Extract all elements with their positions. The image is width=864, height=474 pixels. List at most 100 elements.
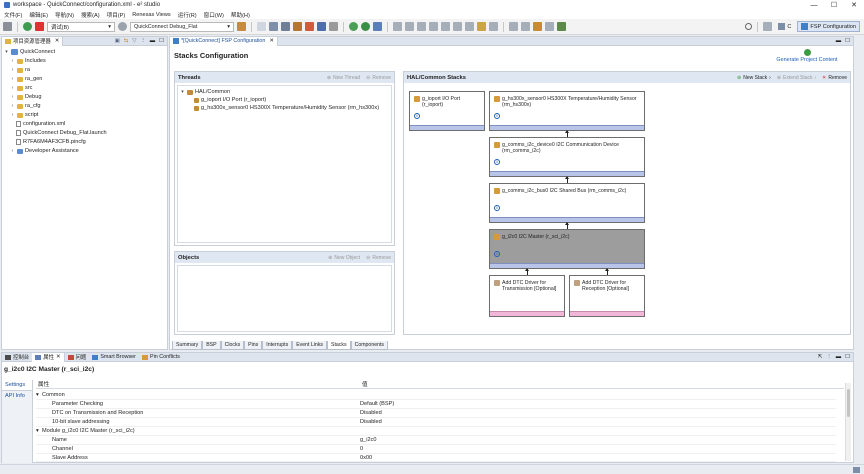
property-row[interactable]: Channel 0 (36, 445, 836, 454)
chevron-right-icon[interactable]: › (10, 112, 15, 118)
chevron-right-icon[interactable]: › (10, 85, 15, 91)
stack-component-hs300x[interactable]: g_hs300x_sensor0 HS300X Temperature/Humi… (489, 91, 645, 131)
view-menu-icon[interactable]: ⋮ (140, 38, 145, 44)
run-debug-icon[interactable] (349, 22, 358, 31)
build-icon[interactable] (293, 22, 302, 31)
tab-fsp-configuration[interactable]: *[QuickConnect] FSP Configuration ✕ (170, 36, 278, 46)
property-value[interactable]: g_i2c0 (360, 437, 836, 443)
extend-stack-button[interactable]: ⊕ Extend Stack › (777, 75, 816, 81)
chip-icon[interactable] (317, 22, 326, 31)
new-thread-button[interactable]: ⊕ New Thread (327, 75, 360, 81)
tree-item-ra-gen[interactable]: › ra_gen (10, 75, 43, 83)
hammer-build-icon[interactable] (3, 22, 12, 31)
arrow-icon[interactable] (393, 22, 402, 31)
tree-item-developer-assistance[interactable]: › Developer Assistance (10, 147, 79, 155)
info-icon[interactable]: i (414, 113, 420, 119)
chevron-down-icon[interactable]: ▾ (180, 89, 185, 95)
chevron-right-icon[interactable]: › (10, 58, 15, 64)
tree-item-script[interactable]: › script (10, 111, 39, 119)
view-menu-icon[interactable]: ⋮ (826, 354, 831, 360)
tree-item-pincfg[interactable]: R7FA6M4AF3CFB.pincfg (16, 138, 86, 146)
tree-item-includes[interactable]: › Includes (10, 57, 46, 65)
menu-run[interactable]: 运行(R) (178, 11, 197, 19)
tab-event-links[interactable]: Event Links (292, 341, 328, 350)
menu-file[interactable]: 文件(F) (4, 11, 22, 19)
property-row[interactable]: 10-bit slave addressing Disabled (36, 418, 836, 427)
perspective-c[interactable]: C (775, 23, 794, 30)
tree-item-project[interactable]: ▾ QuickConnect (4, 48, 55, 56)
nav-back-icon[interactable] (533, 22, 542, 31)
link-editor-icon[interactable]: ⇆ (124, 38, 129, 44)
property-value[interactable]: Default (BSP) (360, 401, 836, 407)
thread-item-hs300x[interactable]: g_hs300x_sensor0 HS300X Temperature/Humi… (194, 104, 379, 112)
stack-component-dtc-transmission[interactable]: Add DTC Driver for Transmission [Optiona… (489, 275, 565, 317)
generate-project-content-button[interactable]: Generate Project Content (767, 49, 847, 63)
scrollbar-thumb[interactable] (847, 389, 850, 417)
property-value[interactable]: Disabled (360, 419, 836, 425)
remove-stack-button[interactable]: ✕ Remove (822, 75, 847, 81)
close-window-button[interactable]: ✕ (844, 0, 864, 10)
copy-icon[interactable] (429, 22, 438, 31)
tab-components[interactable]: Components (350, 341, 389, 350)
tab-pins[interactable]: Pins (244, 341, 263, 350)
tab-console[interactable]: 控制台 (2, 353, 32, 362)
tab-interrupts[interactable]: Interrupts (262, 341, 293, 350)
property-value[interactable]: 0 (360, 446, 836, 452)
back-icon[interactable] (509, 22, 518, 31)
property-row[interactable]: Name g_i2c0 (36, 436, 836, 445)
tree-item-launch-file[interactable]: QuickConnect Debug_Flat.launch (16, 129, 107, 137)
maximize-view-icon[interactable]: ☐ (159, 38, 164, 44)
maximize-view-icon[interactable]: ☐ (845, 354, 850, 360)
maximize-button[interactable]: ☐ (824, 0, 844, 10)
filter-icon[interactable]: ▽ (132, 38, 136, 44)
chevron-right-icon[interactable]: › (10, 94, 15, 100)
wand-icon[interactable] (489, 22, 498, 31)
collapse-all-icon[interactable]: ▣ (115, 38, 120, 44)
close-icon[interactable]: ✕ (269, 38, 274, 44)
property-row[interactable]: DTC on Transmission and Reception Disable… (36, 409, 836, 418)
property-value[interactable]: Disabled (360, 410, 836, 416)
settings-icon[interactable] (237, 22, 246, 31)
tree-item-ra-cfg[interactable]: › ra_cfg (10, 102, 41, 110)
launch-config-select[interactable]: QuickConnect Debug_Flat ▾ (130, 21, 234, 32)
visibility-icon[interactable] (465, 22, 474, 31)
tree-item-ra[interactable]: › ra (10, 66, 30, 74)
properties-scrollbar[interactable] (845, 383, 851, 461)
menu-window[interactable]: 窗口(W) (204, 11, 224, 19)
close-icon[interactable]: ✕ (56, 354, 61, 360)
tree-item-configuration-xml[interactable]: configuration.xml (16, 120, 65, 128)
save-icon[interactable] (269, 22, 278, 31)
side-tab-settings[interactable]: Settings (2, 380, 32, 391)
tab-pin-conflicts[interactable]: Pin Conflicts (139, 353, 183, 362)
debug-mode-select[interactable]: 调试(B) ▾ (47, 21, 115, 32)
property-row[interactable]: Parameter Checking Default (BSP) (36, 400, 836, 409)
thread-hal-common[interactable]: ▾ HAL/Common (180, 88, 230, 96)
chevron-right-icon[interactable]: › (10, 76, 15, 82)
nav-forward-icon[interactable] (545, 22, 554, 31)
tab-stacks[interactable]: Stacks (327, 341, 351, 350)
tree-item-src[interactable]: › src (10, 84, 33, 92)
thread-item-ioport[interactable]: g_ioport I/O Port (r_ioport) (194, 96, 266, 104)
tab-project-explorer[interactable]: 项目资源管理器 ✕ (2, 36, 64, 46)
stack-component-comms-i2c-bus[interactable]: g_comms_i2c_bus0 I2C Shared Bus (rm_comm… (489, 183, 645, 223)
remove-thread-button[interactable]: ⊖ Remove (366, 75, 391, 81)
stack-component-comms-i2c-device[interactable]: g_comms_i2c_device0 I2C Communication De… (489, 137, 645, 177)
search-icon[interactable] (745, 23, 753, 30)
maximize-view-icon[interactable]: ☐ (845, 38, 850, 44)
clean-icon[interactable] (305, 22, 314, 31)
filter-icon[interactable] (417, 22, 426, 31)
chevron-right-icon[interactable]: › (10, 103, 15, 109)
external-tools-icon[interactable] (373, 22, 382, 31)
open-perspective-icon[interactable] (763, 22, 773, 31)
info-icon[interactable]: i (494, 113, 500, 119)
paste-icon[interactable] (441, 22, 450, 31)
side-tab-api-info[interactable]: API Info (2, 391, 32, 401)
save-all-icon[interactable] (281, 22, 290, 31)
chevron-right-icon[interactable]: › (10, 67, 15, 73)
menu-help[interactable]: 帮助(H) (231, 11, 250, 19)
minimize-view-icon[interactable]: ▬ (150, 38, 155, 44)
tab-clocks[interactable]: Clocks (220, 341, 245, 350)
forward-icon[interactable] (521, 22, 530, 31)
pen-icon[interactable] (477, 22, 486, 31)
new-object-button[interactable]: ⊕ New Object (328, 255, 360, 261)
